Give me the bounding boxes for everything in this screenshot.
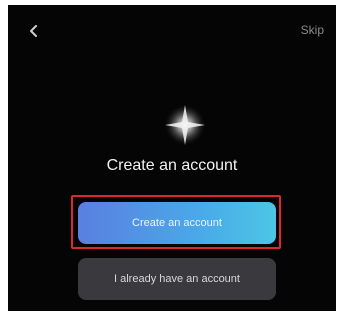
onboarding-screen: Skip Create an account Create an account… bbox=[8, 5, 336, 311]
back-button[interactable] bbox=[26, 23, 42, 39]
chevron-left-icon bbox=[30, 25, 37, 37]
sparkle-logo-icon bbox=[165, 105, 205, 145]
page-title: Create an account bbox=[106, 157, 238, 174]
create-account-button[interactable]: Create an account bbox=[78, 202, 276, 244]
skip-button[interactable]: Skip bbox=[301, 23, 324, 37]
login-button[interactable]: I already have an account bbox=[78, 258, 276, 300]
